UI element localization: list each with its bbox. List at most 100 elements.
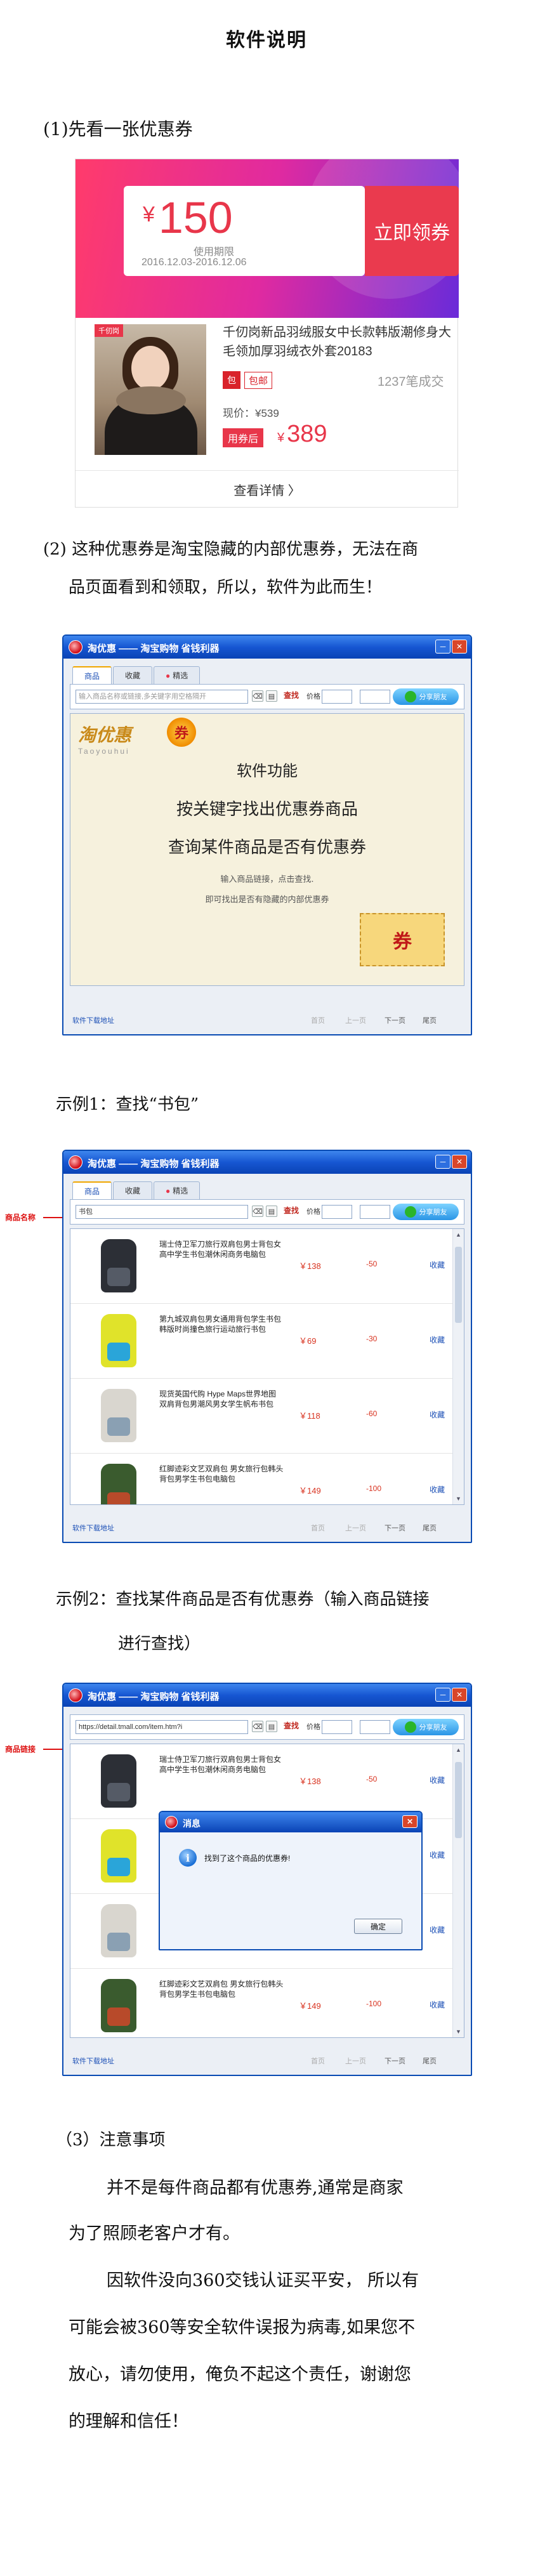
scroll-thumb[interactable] — [455, 1247, 462, 1323]
table-row[interactable]: 第九城双肩包男女通用背包学生书包韩版时尚撞色旅行运动旅行书包 ￥69 -30 收藏 — [70, 1304, 452, 1379]
price-min-input[interactable] — [322, 690, 352, 704]
notes-heading: （3）注意事项 — [56, 2131, 166, 2150]
paste-icon[interactable]: ▤ — [266, 1206, 277, 1217]
favorite-link[interactable]: 收藏 — [430, 1484, 445, 1495]
product-image[interactable]: 千仞岗 — [95, 324, 206, 455]
minimize-icon[interactable]: ─ — [435, 640, 451, 654]
scroll-up-icon[interactable]: ▲ — [453, 1229, 464, 1240]
last-page-button[interactable]: 尾页 — [423, 1015, 437, 1025]
view-details-link[interactable]: 查看详情 〉 — [76, 470, 459, 508]
favorite-link[interactable]: 收藏 — [430, 1924, 445, 1935]
table-row[interactable]: 红脚迹彩文艺双肩包 男女旅行包韩头背包男学生书包电脑包 ￥149 -100 收藏 — [70, 1454, 452, 1504]
share-button[interactable]: 分享朋友 — [393, 1204, 459, 1220]
minimize-icon[interactable]: ─ — [435, 1688, 451, 1702]
last-page-button[interactable]: 尾页 — [423, 1523, 437, 1533]
search-toolbar: 书包 ⌫ ▤ 查找 价格 分享朋友 — [70, 1199, 464, 1225]
search-input[interactable]: 输入商品名称或链接,多关键字用空格隔开 — [76, 690, 248, 704]
search-button[interactable]: 查找 — [284, 690, 299, 700]
tab-products[interactable]: 商品 — [72, 1181, 112, 1199]
download-link[interactable]: 软件下载地址 — [72, 1523, 114, 1533]
prev-page-button[interactable]: 上一页 — [345, 1015, 366, 1025]
first-page-button[interactable]: 首页 — [311, 1523, 325, 1533]
share-button[interactable]: 分享朋友 — [393, 1719, 459, 1735]
product-thumbnail[interactable] — [95, 1310, 143, 1371]
search-input[interactable]: https://detail.tmall.com/item.htm?i — [76, 1720, 248, 1734]
dialog-close-icon[interactable]: ✕ — [402, 1815, 418, 1828]
minimize-icon[interactable]: ─ — [435, 1155, 451, 1169]
next-page-button[interactable]: 下一页 — [385, 1523, 405, 1533]
favorite-link[interactable]: 收藏 — [430, 1259, 445, 1270]
close-icon[interactable]: ✕ — [452, 1688, 467, 1702]
search-input[interactable]: 书包 — [76, 1205, 248, 1219]
close-icon[interactable]: ✕ — [452, 1155, 467, 1169]
favorite-link[interactable]: 收藏 — [430, 1409, 445, 1420]
first-page-button[interactable]: 首页 — [311, 1015, 325, 1025]
product-title[interactable]: 红脚迹彩文艺双肩包 男女旅行包韩头背包男学生书包电脑包 — [159, 1979, 284, 1999]
title-bar[interactable]: 淘优惠 —— 淘宝购物 省钱利器 ─ ✕ — [63, 636, 471, 659]
list-scrollbar[interactable]: ▲ ▼ — [452, 1229, 464, 1504]
product-title[interactable]: 红脚迹彩文艺双肩包 男女旅行包韩头背包男学生书包电脑包 — [159, 1464, 284, 1484]
tab-featured[interactable]: ● 精选 — [154, 1181, 201, 1199]
prev-page-button[interactable]: 上一页 — [345, 2056, 366, 2066]
next-page-button[interactable]: 下一页 — [385, 2056, 405, 2066]
product-thumbnail[interactable] — [95, 1385, 143, 1446]
last-page-button[interactable]: 尾页 — [423, 2056, 437, 2066]
product-title[interactable]: 千仞岗新品羽绒服女中长款韩版潮修身大毛领加厚羽绒衣外套20183 — [223, 323, 451, 361]
product-thumbnail[interactable] — [95, 1751, 143, 1811]
product-title[interactable]: 瑞士侍卫军刀旅行双肩包男士背包女高中学生书包潮休闲商务电脑包 — [159, 1239, 284, 1259]
tab-featured[interactable]: ● 精选 — [154, 666, 201, 684]
table-row[interactable]: 现货英国代购 Hype Maps世界地图双肩背包男潮风男女学生帆布书包 ￥118 -… — [70, 1379, 452, 1454]
product-thumbnail[interactable] — [95, 1825, 143, 1886]
product-title[interactable]: 瑞士侍卫军刀旅行双肩包男士背包女高中学生书包潮休闲商务电脑包 — [159, 1754, 284, 1775]
product-thumbnail[interactable] — [95, 1975, 143, 2036]
close-icon[interactable]: ✕ — [452, 640, 467, 654]
favorite-link[interactable]: 收藏 — [430, 1775, 445, 1785]
product-title[interactable]: 第九城双肩包男女通用背包学生书包韩版时尚撞色旅行运动旅行书包 — [159, 1314, 284, 1334]
product-price: ￥149 — [299, 1486, 321, 1495]
next-page-button[interactable]: 下一页 — [385, 1015, 405, 1025]
page-title: 软件说明 — [226, 29, 307, 51]
list-scrollbar[interactable]: ▲ ▼ — [452, 1744, 464, 2037]
favorite-link[interactable]: 收藏 — [430, 1850, 445, 1860]
price-max-input[interactable] — [360, 690, 390, 704]
search-button[interactable]: 查找 — [284, 1720, 299, 1731]
share-button[interactable]: 分享朋友 — [393, 688, 459, 705]
free-shipping-icon: 包 — [223, 371, 240, 389]
scroll-up-icon[interactable]: ▲ — [453, 1744, 464, 1756]
dialog-title-bar[interactable]: 消息 ✕ — [160, 1812, 421, 1832]
title-bar[interactable]: 淘优惠 —— 淘宝购物 省钱利器 ─ ✕ — [63, 1684, 471, 1707]
favorite-link[interactable]: 收藏 — [430, 1334, 445, 1345]
prev-page-button[interactable]: 上一页 — [345, 1523, 366, 1533]
first-page-button[interactable]: 首页 — [311, 2056, 325, 2066]
scroll-down-icon[interactable]: ▼ — [453, 1493, 464, 1504]
dialog-ok-button[interactable]: 确定 — [354, 1919, 402, 1934]
price-max-input[interactable] — [360, 1205, 390, 1219]
title-bar[interactable]: 淘优惠 —— 淘宝购物 省钱利器 ─ ✕ — [63, 1151, 471, 1174]
price-min-input[interactable] — [322, 1720, 352, 1734]
clear-icon[interactable]: ⌫ — [252, 1721, 263, 1732]
clear-icon[interactable]: ⌫ — [252, 1206, 263, 1217]
scroll-down-icon[interactable]: ▼ — [453, 2026, 464, 2037]
tab-favorites[interactable]: 收藏 — [113, 1181, 153, 1199]
favorite-link[interactable]: 收藏 — [430, 1999, 445, 2010]
table-row[interactable]: 瑞士侍卫军刀旅行双肩包男士背包女高中学生书包潮休闲商务电脑包 ￥138 -50 收藏 — [70, 1744, 452, 1819]
product-thumbnail[interactable] — [95, 1235, 143, 1296]
product-title[interactable]: 现货英国代购 Hype Maps世界地图双肩背包男潮风男女学生帆布书包 — [159, 1389, 284, 1409]
product-thumbnail[interactable] — [95, 1900, 143, 1961]
clear-icon[interactable]: ⌫ — [252, 690, 263, 702]
claim-coupon-button[interactable]: 立即领券 — [365, 186, 459, 276]
product-thumbnail[interactable] — [95, 1460, 143, 1504]
coupon-card: ¥150 使用期限 2016.12.03-2016.12.06 立即领券 千仞岗… — [75, 159, 459, 508]
paste-icon[interactable]: ▤ — [266, 690, 277, 702]
table-row[interactable]: 瑞士侍卫军刀旅行双肩包男士背包女高中学生书包潮休闲商务电脑包 ￥138 -50 收藏 — [70, 1229, 452, 1304]
paste-icon[interactable]: ▤ — [266, 1721, 277, 1732]
price-min-input[interactable] — [322, 1205, 352, 1219]
table-row[interactable]: 红脚迹彩文艺双肩包 男女旅行包韩头背包男学生书包电脑包 ￥149 -100 收藏 — [70, 1969, 452, 2037]
download-link[interactable]: 软件下载地址 — [72, 2056, 114, 2066]
search-button[interactable]: 查找 — [284, 1205, 299, 1216]
tab-products[interactable]: 商品 — [72, 666, 112, 684]
download-link[interactable]: 软件下载地址 — [72, 1015, 114, 1025]
scroll-thumb[interactable] — [455, 1762, 462, 1838]
price-max-input[interactable] — [360, 1720, 390, 1734]
tab-favorites[interactable]: 收藏 — [113, 666, 153, 684]
